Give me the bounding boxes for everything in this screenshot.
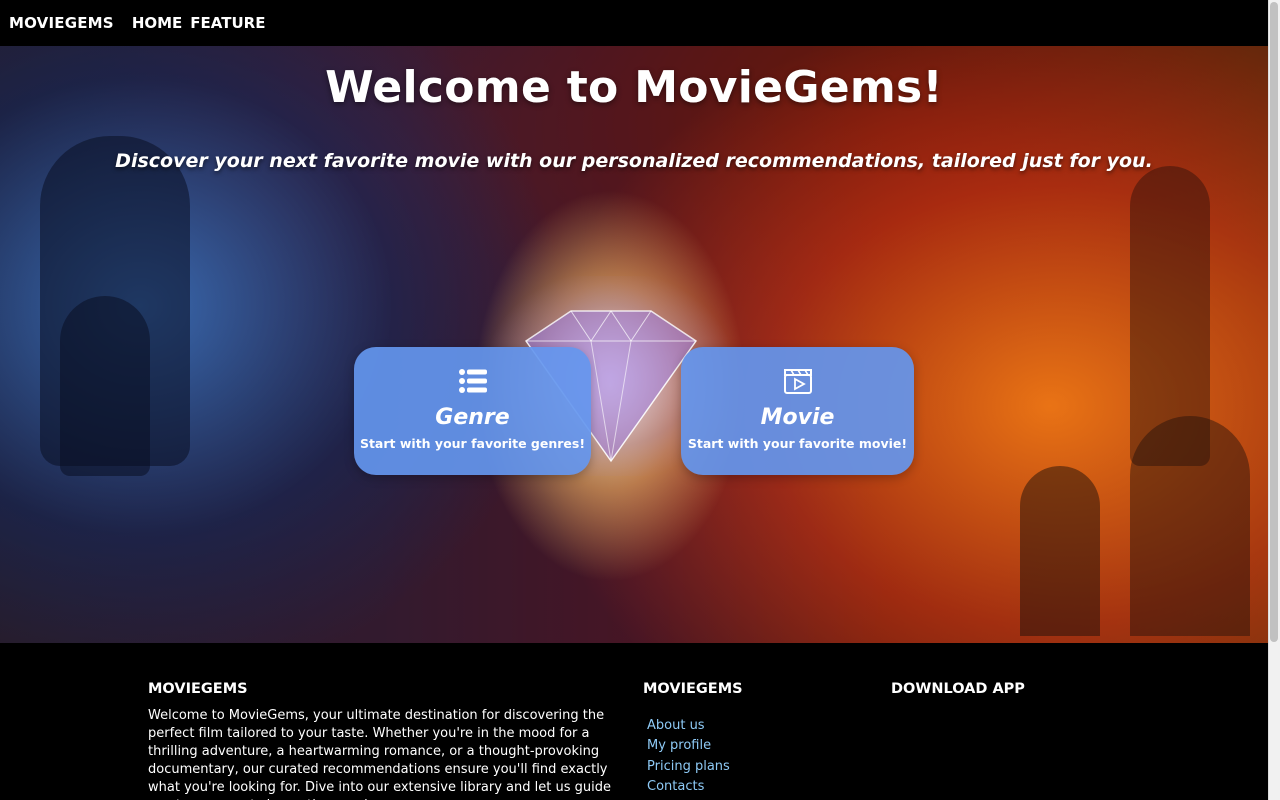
list-icon <box>458 369 487 393</box>
movie-card-title: Movie <box>760 405 835 430</box>
genre-card-button[interactable]: Genre Start with your favorite genres! <box>354 347 591 475</box>
genre-card-subtitle: Start with your favorite genres! <box>359 436 586 451</box>
hero-subtitle: Discover your next favorite movie with o… <box>115 150 1153 172</box>
footer-about-heading: MOVIEGEMS <box>148 681 248 697</box>
hero-figure-right-2 <box>1020 466 1100 636</box>
hero-banner: Welcome to MovieGems! Discover your next… <box>0 46 1268 643</box>
page: MOVIEGEMS HOME FEATURE Welcome to MovieG… <box>0 0 1280 800</box>
hero-title: Welcome to MovieGems! <box>325 62 943 113</box>
footer-links-list: About us My profile Pricing plans Contac… <box>647 716 730 797</box>
footer: MOVIEGEMS Welcome to MovieGems, your ult… <box>0 643 1268 800</box>
clapperboard-icon <box>783 369 812 394</box>
footer-link-pricing-plans[interactable]: Pricing plans <box>647 757 730 777</box>
nav-feature-link[interactable]: FEATURE <box>190 14 265 32</box>
nav-home-link[interactable]: HOME <box>132 14 182 32</box>
navbar: MOVIEGEMS HOME FEATURE <box>0 0 1268 46</box>
scrollbar-thumb[interactable] <box>1270 2 1278 642</box>
hero-figure-right-3 <box>1130 416 1250 636</box>
page-scrollbar[interactable] <box>1268 0 1280 800</box>
footer-link-my-profile[interactable]: My profile <box>647 736 730 756</box>
footer-links-heading: MOVIEGEMS <box>643 681 743 697</box>
footer-link-about-us[interactable]: About us <box>647 716 730 736</box>
hero-figure-left-2 <box>60 296 150 476</box>
movie-card-button[interactable]: Movie Start with your favorite movie! <box>681 347 914 475</box>
footer-download-heading: DOWNLOAD APP <box>891 681 1025 697</box>
footer-link-contacts[interactable]: Contacts <box>647 777 730 797</box>
genre-card-title: Genre <box>435 405 510 430</box>
brand-logo[interactable]: MOVIEGEMS <box>9 14 114 32</box>
footer-about-text: Welcome to MovieGems, your ultimate dest… <box>148 708 611 800</box>
movie-card-subtitle: Start with your favorite movie! <box>687 436 908 451</box>
